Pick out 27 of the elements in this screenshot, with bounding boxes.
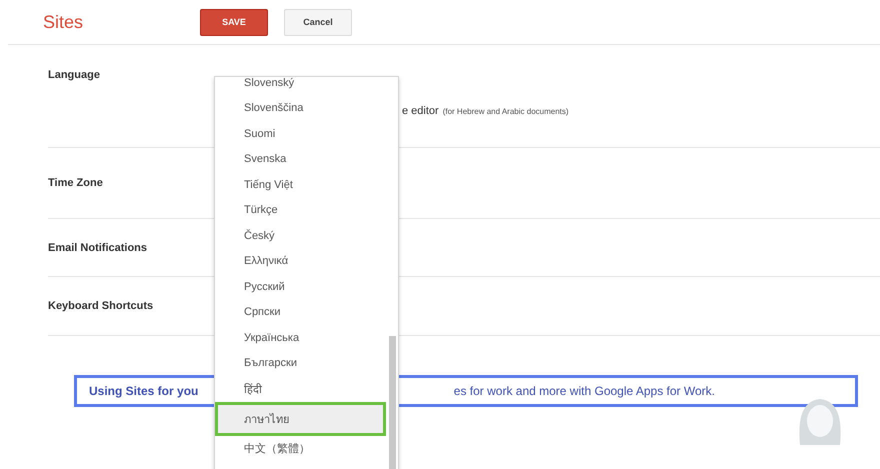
setting-label: Email Notifications [48,242,148,254]
banner-heading: Using Sites for you [89,384,198,398]
cancel-button[interactable]: Cancel [284,8,352,36]
language-option[interactable]: Српски [215,300,386,325]
app-title: Sites [43,12,84,32]
setting-label: Language [48,69,101,81]
language-option[interactable]: Svenska [215,146,386,172]
language-option[interactable]: Türkçe [215,198,386,223]
banner-text: es for work and more with Google Apps for Work. [454,384,715,398]
language-option[interactable]: Suomi [215,121,386,146]
setting-label: Keyboard Shortcuts [48,300,154,312]
language-option[interactable]: Български [215,350,386,376]
language-option[interactable]: Ελληνικά [215,248,386,274]
setting-note: (for Hebrew and Arabic documents) [442,107,569,116]
setting-text: e editor [402,105,439,117]
language-option[interactable]: Русский [215,274,386,300]
language-option[interactable]: ภาษาไทย [215,402,386,436]
scrollbar-thumb[interactable] [389,336,396,469]
language-option[interactable]: Tiếng Việt [215,172,386,198]
save-button[interactable]: SAVE [200,8,268,36]
language-option[interactable]: Slovenský [215,77,386,96]
setting-label: Time Zone [48,177,104,189]
language-option[interactable]: Slovenščina [215,96,386,121]
language-option[interactable]: हिंदी [215,376,386,402]
language-option[interactable]: Українська [215,325,386,350]
language-option[interactable]: 中文（繁體） [215,436,386,461]
language-option[interactable]: Český [215,223,386,248]
